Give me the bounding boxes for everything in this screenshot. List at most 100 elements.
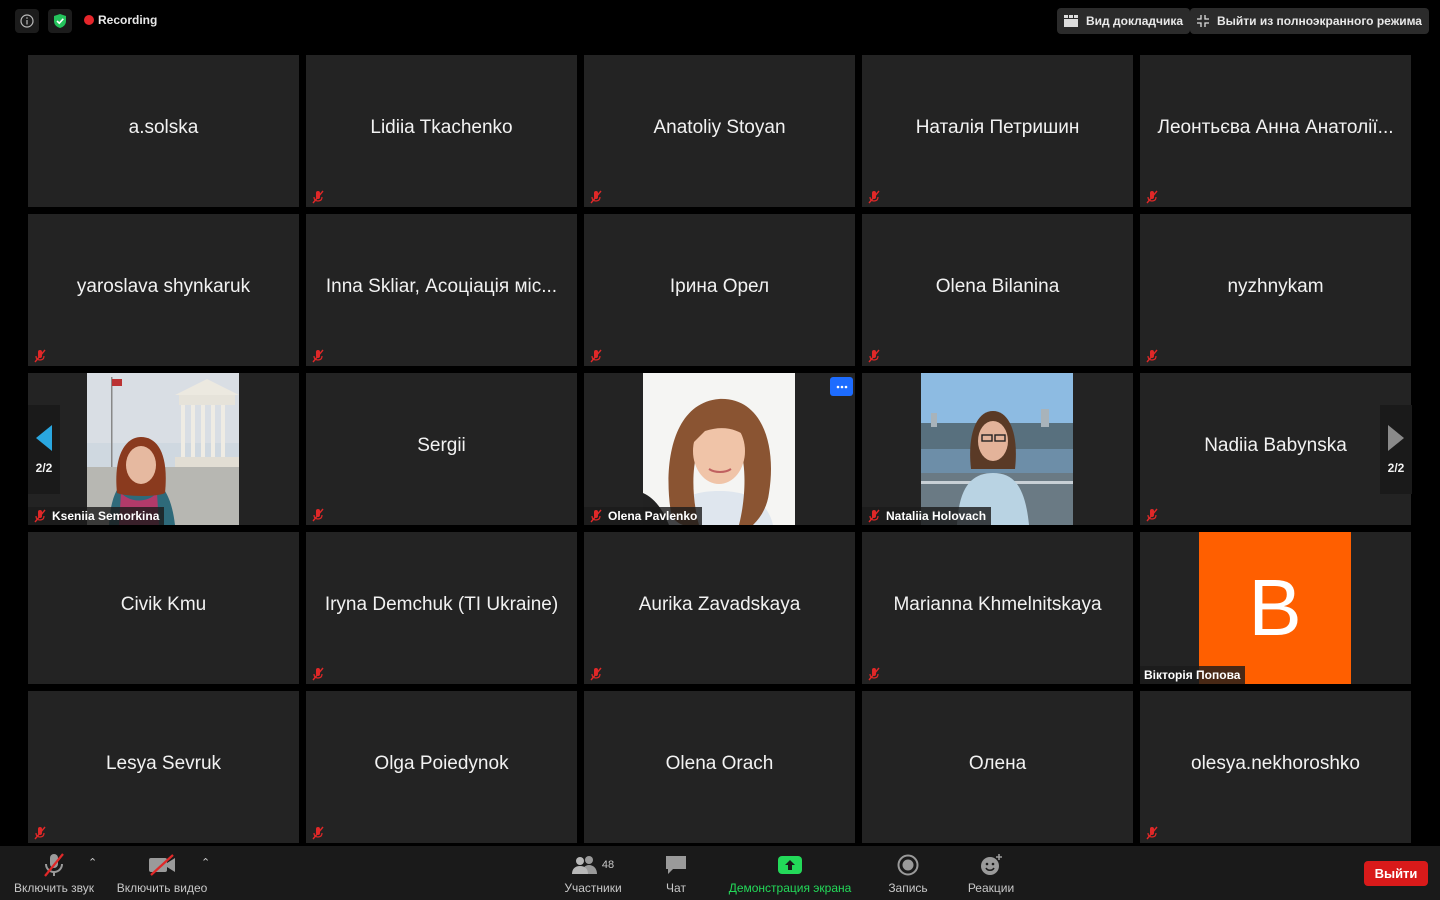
participant-name: Олена bbox=[968, 753, 1027, 774]
participant-video-feed bbox=[921, 373, 1073, 525]
top-bar: Recording Вид докладчика Выйти из полноэ… bbox=[0, 0, 1440, 44]
participant-tile[interactable]: Olena Pavlenko bbox=[584, 373, 855, 525]
participant-name: Nataliia Holovach bbox=[886, 509, 987, 523]
meeting-info-icon[interactable] bbox=[15, 9, 39, 33]
record-button[interactable]: Запись bbox=[880, 846, 936, 900]
participant-name: Inna Skliar, Асоціація міс... bbox=[325, 276, 558, 297]
mic-muted-icon bbox=[588, 667, 604, 681]
participant-tile[interactable]: Ірина Орел bbox=[584, 214, 855, 366]
speaker-view-label: Вид докладчика bbox=[1086, 14, 1184, 28]
mic-muted-icon bbox=[32, 349, 48, 363]
mic-muted-icon bbox=[866, 667, 882, 681]
participant-tile[interactable]: Lesya Sevruk bbox=[28, 691, 299, 843]
mic-muted-icon bbox=[588, 190, 604, 204]
recording-label: Recording bbox=[98, 13, 158, 27]
participant-name: Sergii bbox=[417, 435, 466, 456]
participant-name: Olga Poiedynok bbox=[374, 753, 509, 774]
participant-tile[interactable]: yaroslava shynkaruk bbox=[28, 214, 299, 366]
start-video-label: Включить видео bbox=[116, 881, 208, 895]
participant-tile[interactable]: Olga Poiedynok bbox=[306, 691, 577, 843]
participant-tile[interactable]: Sergii bbox=[306, 373, 577, 525]
participant-tile[interactable]: Inna Skliar, Асоціація міс... bbox=[306, 214, 577, 366]
participant-tile[interactable]: Олена bbox=[862, 691, 1133, 843]
chat-button[interactable]: Чат bbox=[650, 846, 702, 900]
page-indicator: 2/2 bbox=[1387, 460, 1405, 475]
mic-muted-icon bbox=[588, 349, 604, 363]
zoom-meeting-window: Recording Вид докладчика Выйти из полноэ… bbox=[0, 0, 1440, 900]
prev-page-button[interactable]: 2/2 bbox=[28, 405, 60, 494]
mic-muted-icon bbox=[310, 826, 326, 840]
chat-label: Чат bbox=[666, 881, 686, 895]
participant-tile[interactable]: Aurika Zavadskaya bbox=[584, 532, 855, 684]
participant-name: Civik Kmu bbox=[120, 594, 207, 615]
participant-tile[interactable]: Леонтьєва Анна Анатолії... bbox=[1140, 55, 1411, 207]
participant-name-label: Olena Pavlenko bbox=[584, 507, 703, 525]
participant-tile[interactable]: Lidiia Tkachenko bbox=[306, 55, 577, 207]
security-shield-icon[interactable] bbox=[48, 9, 72, 33]
participant-name: Olena Bilanina bbox=[935, 276, 1060, 297]
participant-avatar: B bbox=[1199, 532, 1351, 684]
mic-muted-icon bbox=[866, 349, 882, 363]
participants-button[interactable]: 48 Участники bbox=[556, 846, 630, 900]
participant-name: Kseniia Semorkina bbox=[52, 509, 160, 523]
participant-tile[interactable]: Iryna Demchuk (TI Ukraine) bbox=[306, 532, 577, 684]
chat-bubble-icon bbox=[664, 852, 688, 878]
participant-tile[interactable]: Наталія Петришин bbox=[862, 55, 1133, 207]
meeting-toolbar: Включить звук ⌃ Включить видео ⌃ 48 Учас… bbox=[0, 846, 1440, 900]
participant-name: Olena Pavlenko bbox=[608, 509, 698, 523]
mic-muted-icon bbox=[41, 852, 67, 878]
video-options-caret-icon[interactable]: ⌃ bbox=[201, 856, 210, 869]
participant-name: Вікторія Попова bbox=[1144, 668, 1241, 682]
start-video-button[interactable]: Включить видео bbox=[112, 846, 212, 900]
unmute-button[interactable]: Включить звук bbox=[8, 846, 100, 900]
participant-video-feed bbox=[87, 373, 239, 525]
participant-tile[interactable]: Kseniia Semorkina bbox=[28, 373, 299, 525]
participant-name: Nadiia Babynska bbox=[1204, 435, 1347, 456]
next-page-button[interactable]: 2/2 bbox=[1380, 405, 1412, 494]
participant-tile[interactable]: Nadiia Babynska bbox=[1140, 373, 1411, 525]
unmute-label: Включить звук bbox=[13, 881, 95, 895]
participant-tile[interactable]: Civik Kmu bbox=[28, 532, 299, 684]
participant-tile[interactable]: olesya.nekhoroshko bbox=[1140, 691, 1411, 843]
participant-tile[interactable]: Anatoliy Stoyan bbox=[584, 55, 855, 207]
participant-name: Наталія Петришин bbox=[915, 117, 1080, 138]
page-indicator: 2/2 bbox=[35, 460, 53, 475]
participant-tile[interactable]: Olena Bilanina bbox=[862, 214, 1133, 366]
video-off-icon bbox=[147, 852, 177, 878]
exit-fullscreen-icon bbox=[1197, 15, 1209, 27]
participant-name-label: Kseniia Semorkina bbox=[28, 507, 165, 525]
mic-muted-icon bbox=[866, 190, 882, 204]
audio-options-caret-icon[interactable]: ⌃ bbox=[88, 856, 97, 869]
exit-fullscreen-button[interactable]: Выйти из полноэкранного режима bbox=[1190, 8, 1429, 34]
mic-muted-icon bbox=[310, 190, 326, 204]
speaker-view-button[interactable]: Вид докладчика bbox=[1057, 8, 1191, 34]
reactions-button[interactable]: Реакции bbox=[960, 846, 1022, 900]
share-screen-button[interactable]: Демонстрация экрана bbox=[720, 846, 860, 900]
mic-muted-icon bbox=[310, 508, 326, 522]
participant-tile[interactable]: nyzhnykam bbox=[1140, 214, 1411, 366]
record-label: Запись bbox=[888, 881, 928, 895]
participants-icon: 48 bbox=[571, 852, 614, 878]
participant-tile[interactable]: Olena Orach bbox=[584, 691, 855, 843]
participant-tile[interactable]: Nataliia Holovach bbox=[862, 373, 1133, 525]
participants-label: Участники bbox=[564, 881, 622, 895]
more-options-icon[interactable] bbox=[830, 377, 853, 396]
participant-name: Ірина Орел bbox=[669, 276, 770, 297]
participant-tile[interactable]: Marianna Khmelnitskaya bbox=[862, 532, 1133, 684]
participant-name: Lidiia Tkachenko bbox=[370, 117, 513, 138]
participant-tile[interactable]: B Вікторія Попова bbox=[1140, 532, 1411, 684]
leave-meeting-button[interactable]: Выйти bbox=[1364, 861, 1428, 886]
participant-name: Marianna Khmelnitskaya bbox=[893, 594, 1102, 615]
speaker-view-icon bbox=[1064, 15, 1078, 27]
exit-fullscreen-label: Выйти из полноэкранного режима bbox=[1217, 14, 1422, 28]
participant-tile[interactable]: a.solska bbox=[28, 55, 299, 207]
participant-name: Iryna Demchuk (TI Ukraine) bbox=[324, 594, 559, 615]
share-screen-icon bbox=[778, 852, 802, 878]
mic-muted-icon bbox=[1144, 826, 1160, 840]
record-icon bbox=[897, 852, 919, 878]
participant-name: nyzhnykam bbox=[1227, 276, 1324, 297]
mic-muted-icon bbox=[32, 509, 48, 523]
participant-name: Леонтьєва Анна Анатолії... bbox=[1157, 117, 1394, 138]
mic-muted-icon bbox=[310, 349, 326, 363]
mic-muted-icon bbox=[1144, 349, 1160, 363]
